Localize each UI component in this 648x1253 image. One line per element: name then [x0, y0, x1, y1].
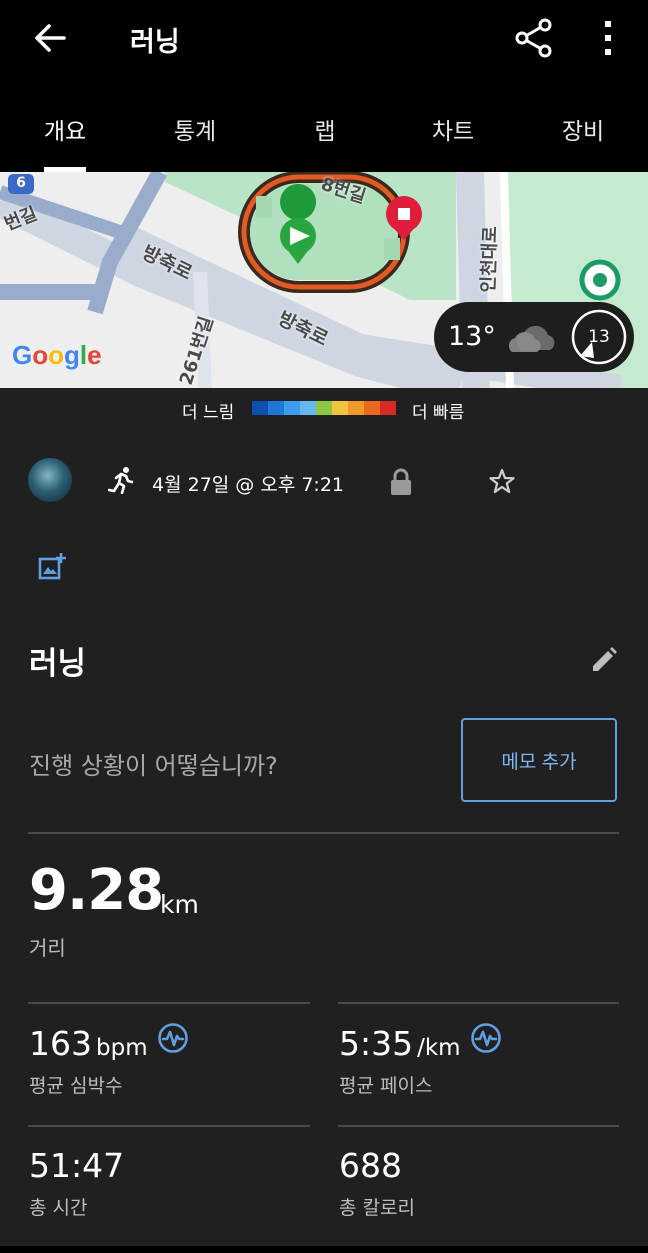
wind-speed: 13	[588, 327, 610, 347]
more-vert-icon[interactable]	[592, 16, 624, 60]
tab-stats[interactable]: 통계	[160, 112, 230, 146]
pace-color-swatch	[252, 401, 268, 415]
activity-name: 러닝	[29, 646, 87, 682]
weather-temperature: 13°	[448, 321, 496, 352]
running-icon	[108, 467, 134, 494]
road-label: 인천대로	[477, 225, 502, 293]
edit-pencil-icon[interactable]	[590, 646, 618, 674]
google-logo: Google	[12, 340, 102, 370]
avg-pace-label: 평균 페이스	[339, 1075, 433, 1097]
back-arrow-icon[interactable]	[30, 18, 70, 58]
star-icon[interactable]	[488, 467, 516, 495]
pace-color-swatch	[364, 401, 380, 415]
share-icon[interactable]	[512, 16, 556, 60]
divider	[28, 1002, 310, 1004]
cloud-icon	[508, 325, 555, 352]
activity-date: 4월 27일 @ 오후 7:21	[152, 474, 345, 496]
pace-color-swatch	[332, 401, 348, 415]
bottom-edge	[0, 1246, 648, 1253]
pace-chart-icon[interactable]	[470, 1022, 502, 1054]
pace-color-swatch	[300, 401, 316, 415]
total-time-label: 총 시간	[29, 1197, 88, 1219]
avg-heart-rate: 163 bpm	[29, 1024, 148, 1063]
heart-rate-chart-icon[interactable]	[157, 1022, 189, 1054]
avg-heart-rate-label: 평균 심박수	[29, 1075, 123, 1097]
progress-prompt: 진행 상황이 어떻습니까?	[29, 752, 278, 780]
tab-laps[interactable]: 랩	[300, 112, 350, 146]
distance-unit: km	[160, 890, 199, 919]
field	[250, 184, 398, 280]
total-time: 51:47	[29, 1146, 125, 1185]
pace-color-swatch	[268, 401, 284, 415]
divider	[28, 832, 619, 834]
tab-gear[interactable]: 장비	[548, 112, 618, 146]
avg-pace: 5:35/km	[339, 1024, 461, 1063]
distance-value: 9.28	[29, 858, 164, 923]
pace-color-scale	[252, 401, 396, 415]
pace-color-swatch	[284, 401, 300, 415]
lock-icon[interactable]	[388, 468, 414, 496]
place-pin-icon[interactable]	[579, 259, 621, 301]
pace-legend-slow: 더 느림	[182, 403, 235, 423]
distance-label: 거리	[29, 936, 66, 960]
page-title: 러닝	[130, 27, 180, 58]
tab-charts[interactable]: 차트	[418, 112, 488, 146]
add-memo-button[interactable]: 메모 추가	[461, 718, 617, 802]
divider	[338, 1125, 619, 1127]
divider	[338, 1002, 619, 1004]
pace-color-swatch	[316, 401, 332, 415]
route-shield-number: 6	[16, 175, 26, 191]
pace-color-swatch	[380, 401, 396, 415]
total-calories-label: 총 칼로리	[339, 1197, 415, 1219]
avatar[interactable]	[28, 458, 72, 502]
app-bar: 러닝 개요 통계 랩 차트 장비	[0, 0, 648, 172]
pace-legend-fast: 더 빠름	[412, 403, 465, 423]
add-photo-icon[interactable]	[38, 552, 66, 580]
pace-color-swatch	[348, 401, 364, 415]
tab-overview[interactable]: 개요	[30, 112, 100, 146]
total-calories: 688	[339, 1146, 402, 1185]
divider	[28, 1125, 310, 1127]
